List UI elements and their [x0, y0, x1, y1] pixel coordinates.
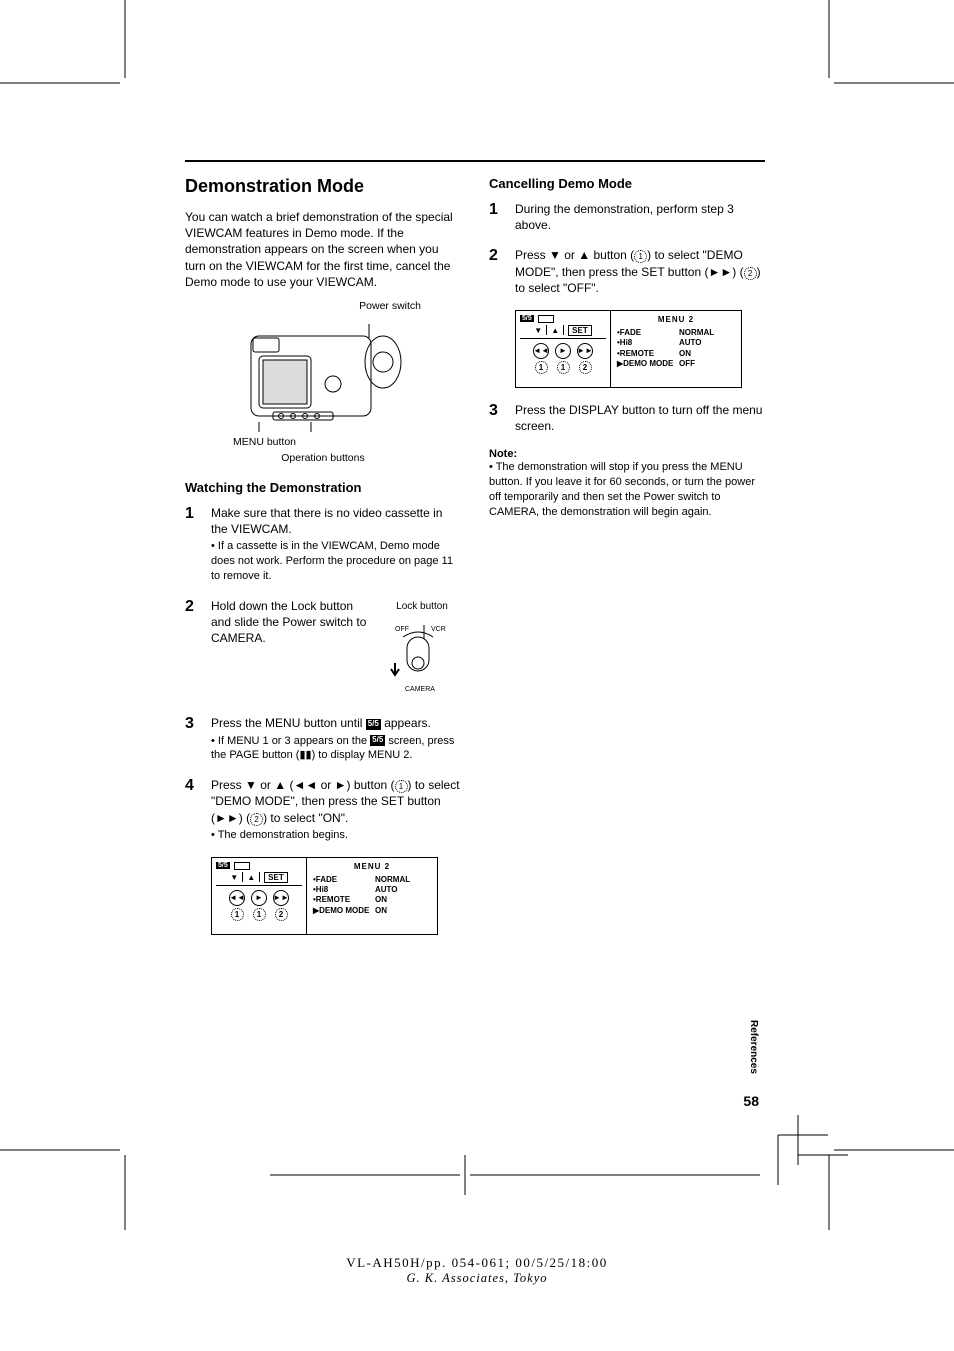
menu-panel-on: 5/5 ▼ ▲ SET ◄◄ 1 ► 1 ►► 2 — [211, 857, 438, 935]
circled-1-icon: 1 — [253, 908, 266, 921]
footer-line-2: G. K. Associates, Tokyo — [0, 1271, 954, 1286]
menu-badge-icon: 5/5 — [370, 735, 385, 746]
set-label: SET — [264, 872, 288, 883]
viewcam-illustration — [233, 314, 413, 434]
watch-step-2: 2 Hold down the Lock button and slide th… — [185, 598, 461, 702]
play-button-icon: ► — [251, 890, 267, 906]
footer-line-1: VL-AH50H/pp. 054-061; 00/5/25/18:00 — [0, 1255, 954, 1271]
ffwd-icon: ►► — [708, 265, 732, 279]
right-column: Cancelling Demo Mode 1 During the demons… — [489, 176, 765, 941]
left-column: Demonstration Mode You can watch a brief… — [185, 176, 461, 941]
ffwd-button-icon: ►► — [577, 343, 593, 359]
rewind-icon: ◄◄ — [293, 778, 317, 792]
menu-badge-icon: 5/5 — [216, 862, 230, 869]
circled-2-icon: 2 — [579, 361, 592, 374]
menu-title: MENU 2 — [313, 862, 431, 871]
menu-badge-icon: 5/5 — [366, 719, 381, 730]
play-button-icon: ► — [555, 343, 571, 359]
cancel-step-2: 2 Press ▼ or ▲ button (1) to select "DEM… — [489, 247, 765, 296]
ffwd-button-icon: ►► — [273, 890, 289, 906]
pause-icon: ▮▮ — [299, 749, 311, 761]
up-triangle-icon: ▲ — [551, 326, 559, 335]
circled-2-icon: 2 — [744, 267, 757, 280]
down-triangle-icon: ▼ — [534, 326, 542, 335]
camera-figure: Power switch — [185, 298, 461, 466]
note-label: Note: — [489, 448, 765, 460]
step-text-post: appears. — [381, 716, 431, 730]
step-number: 3 — [489, 402, 515, 434]
battery-icon — [234, 862, 250, 870]
step-bullet: • If MENU 1 or 3 appears on the 5/5 scre… — [211, 734, 461, 764]
step-bullet: • If a cassette is in the VIEWCAM, Demo … — [211, 539, 461, 584]
watch-step-3: 3 Press the MENU button until 5/5 appear… — [185, 715, 461, 763]
circled-2-icon: 2 — [275, 908, 288, 921]
battery-icon — [538, 315, 554, 323]
footer: VL-AH50H/pp. 054-061; 00/5/25/18:00 G. K… — [0, 1255, 954, 1286]
cancel-step-1: 1 During the demonstration, perform step… — [489, 201, 765, 233]
step-text: Hold down the Lock button and slide the … — [211, 599, 366, 645]
power-switch-label: Power switch — [359, 300, 421, 312]
step-number: 3 — [185, 715, 211, 763]
circled-1-icon: 1 — [231, 908, 244, 921]
power-switch-illustration: OFF VCR CAMERA — [383, 619, 453, 701]
off-label: OFF — [395, 626, 409, 633]
step-text: During the demonstration, perform step 3… — [515, 201, 765, 233]
page-number: 58 — [743, 1093, 759, 1109]
step-text: Make sure that there is no video cassett… — [211, 506, 442, 536]
menu-badge-icon: 5/5 — [520, 315, 534, 322]
page-title: Demonstration Mode — [185, 176, 461, 197]
menu-title: MENU 2 — [617, 315, 735, 324]
ffwd-icon: ►► — [215, 811, 239, 825]
step-number: 1 — [489, 201, 515, 233]
menu-button-label: MENU button — [233, 436, 296, 448]
up-triangle-icon: ▲ — [578, 248, 590, 262]
cancelling-heading: Cancelling Demo Mode — [489, 176, 765, 191]
cancel-step-3: 3 Press the DISPLAY button to turn off t… — [489, 402, 765, 434]
watching-heading: Watching the Demonstration — [185, 480, 461, 495]
top-rule — [185, 160, 765, 162]
step-number: 4 — [185, 777, 211, 842]
circled-2-icon: 2 — [250, 813, 263, 826]
up-triangle-icon: ▲ — [274, 778, 286, 792]
step-number: 2 — [489, 247, 515, 296]
camera-label: CAMERA — [405, 686, 435, 693]
step-number: 1 — [185, 505, 211, 584]
menu-panel-off: 5/5 ▼ ▲ SET ◄◄ 1 ► 1 ►► 2 — [515, 310, 742, 388]
vcr-label: VCR — [431, 626, 446, 633]
down-triangle-icon: ▼ — [230, 873, 238, 882]
intro-paragraph: You can watch a brief demonstration of t… — [185, 209, 461, 290]
circled-1-icon: 1 — [557, 361, 570, 374]
step-number: 2 — [185, 598, 211, 702]
step-text-pre: Press the MENU button until — [211, 716, 366, 730]
circled-1-icon: 1 — [535, 361, 548, 374]
set-label: SET — [568, 325, 592, 336]
side-tab-references: References — [748, 1020, 759, 1074]
up-triangle-icon: ▲ — [247, 873, 255, 882]
rewind-button-icon: ◄◄ — [229, 890, 245, 906]
circled-1-icon: 1 — [395, 780, 408, 793]
watch-step-1: 1 Make sure that there is no video casse… — [185, 505, 461, 584]
note-text: • The demonstration will stop if you pre… — [489, 460, 765, 519]
operation-buttons-label: Operation buttons — [281, 452, 364, 464]
play-icon: ► — [335, 778, 347, 792]
step-bullet: • The demonstration begins. — [211, 828, 461, 843]
down-triangle-icon: ▼ — [245, 778, 257, 792]
watch-step-4: 4 Press ▼ or ▲ (◄◄ or ►) button (1) to s… — [185, 777, 461, 842]
circled-1-icon: 1 — [634, 250, 647, 263]
lock-button-label: Lock button — [383, 600, 461, 614]
down-triangle-icon: ▼ — [549, 248, 561, 262]
rewind-button-icon: ◄◄ — [533, 343, 549, 359]
step-text: Press the DISPLAY button to turn off the… — [515, 402, 765, 434]
